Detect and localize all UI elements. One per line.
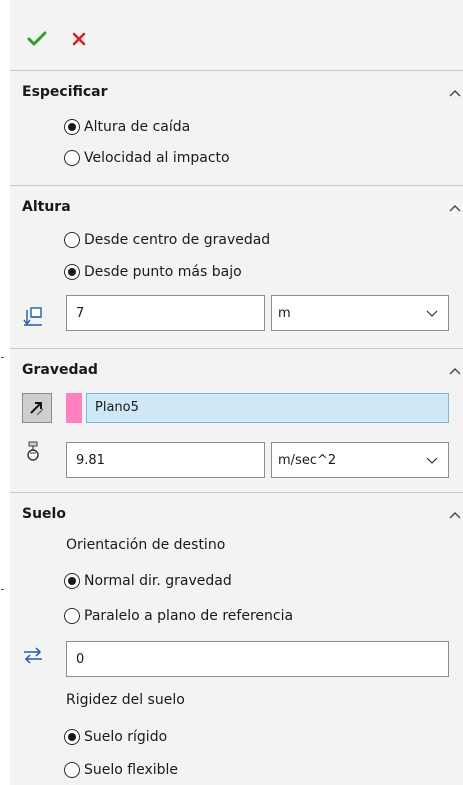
radio-label: Desde punto más bajo: [84, 264, 242, 280]
close-icon: [72, 32, 86, 46]
section-divider: [10, 348, 463, 349]
section-divider: [10, 492, 463, 493]
window-edge-mark: [1, 357, 4, 358]
gravity-unit-select[interactable]: m/sec^2: [271, 442, 449, 478]
section-title-suelo[interactable]: Suelo: [22, 506, 66, 522]
gravity-icon: [27, 441, 39, 461]
rigidity-label: Rigidez del suelo: [66, 692, 185, 708]
gravity-value-input[interactable]: 9.81: [66, 442, 265, 478]
radio-button-checked[interactable]: [64, 573, 80, 589]
radio-button-checked[interactable]: [64, 264, 80, 280]
reference-color-swatch: [66, 393, 82, 423]
gravity-reference-selection[interactable]: Plano5: [86, 393, 449, 423]
radio-button-checked[interactable]: [64, 729, 80, 745]
radio-button[interactable]: [64, 608, 80, 624]
radio-label: Altura de caída: [84, 119, 191, 135]
height-value-input[interactable]: 7: [66, 295, 265, 331]
chevron-up-icon[interactable]: [447, 364, 463, 380]
property-manager-panel: Especificar Altura de caída Velocidad al…: [10, 0, 463, 785]
radio-label: Suelo flexible: [84, 762, 179, 778]
radio-button[interactable]: [64, 150, 80, 166]
radio-label: Desde centro de gravedad: [84, 232, 271, 248]
offset-icon: [24, 647, 42, 664]
section-divider: [10, 70, 463, 71]
window-edge-mark: [1, 589, 4, 590]
radio-label: Suelo rígido: [84, 729, 168, 745]
height-icon: [23, 307, 42, 326]
section-title-gravedad[interactable]: Gravedad: [22, 362, 98, 378]
radio-label: Normal dir. gravedad: [84, 573, 232, 589]
reverse-direction-button[interactable]: [22, 393, 52, 423]
chevron-down-icon: [426, 310, 438, 317]
reverse-direction-icon: [30, 402, 44, 416]
radio-suelo-rigido[interactable]: Suelo rígido: [64, 726, 167, 748]
ok-button[interactable]: [24, 26, 50, 52]
chevron-up-icon[interactable]: [447, 201, 463, 217]
chevron-up-icon[interactable]: [447, 508, 463, 524]
ground-offset-input[interactable]: 0: [66, 641, 449, 677]
radio-desde-centro-de-gravedad[interactable]: Desde centro de gravedad: [64, 229, 270, 251]
radio-normal-dir-gravedad[interactable]: Normal dir. gravedad: [64, 570, 232, 592]
radio-button-checked[interactable]: [64, 119, 80, 135]
radio-altura-de-caida[interactable]: Altura de caída: [64, 116, 190, 138]
radio-suelo-flexible[interactable]: Suelo flexible: [64, 759, 178, 781]
check-icon: [27, 31, 47, 46]
height-unit-select[interactable]: m: [271, 295, 449, 331]
chevron-down-icon: [426, 457, 438, 464]
chevron-up-icon[interactable]: [447, 86, 463, 102]
section-title-altura[interactable]: Altura: [22, 199, 71, 215]
height-unit-value: m: [278, 306, 291, 321]
radio-label: Velocidad al impacto: [84, 150, 230, 166]
orientation-label: Orientación de destino: [66, 537, 226, 553]
radio-velocidad-al-impacto[interactable]: Velocidad al impacto: [64, 147, 230, 169]
radio-paralelo-a-plano[interactable]: Paralelo a plano de referencia: [64, 605, 293, 627]
gravity-unit-value: m/sec^2: [278, 453, 337, 468]
confirm-bar: [10, 0, 463, 70]
section-divider: [10, 185, 463, 186]
cancel-button[interactable]: [66, 26, 92, 52]
radio-button[interactable]: [64, 232, 80, 248]
radio-button[interactable]: [64, 762, 80, 778]
radio-label: Paralelo a plano de referencia: [84, 608, 294, 624]
radio-desde-punto-mas-bajo[interactable]: Desde punto más bajo: [64, 261, 242, 283]
section-title-especificar[interactable]: Especificar: [22, 84, 108, 100]
